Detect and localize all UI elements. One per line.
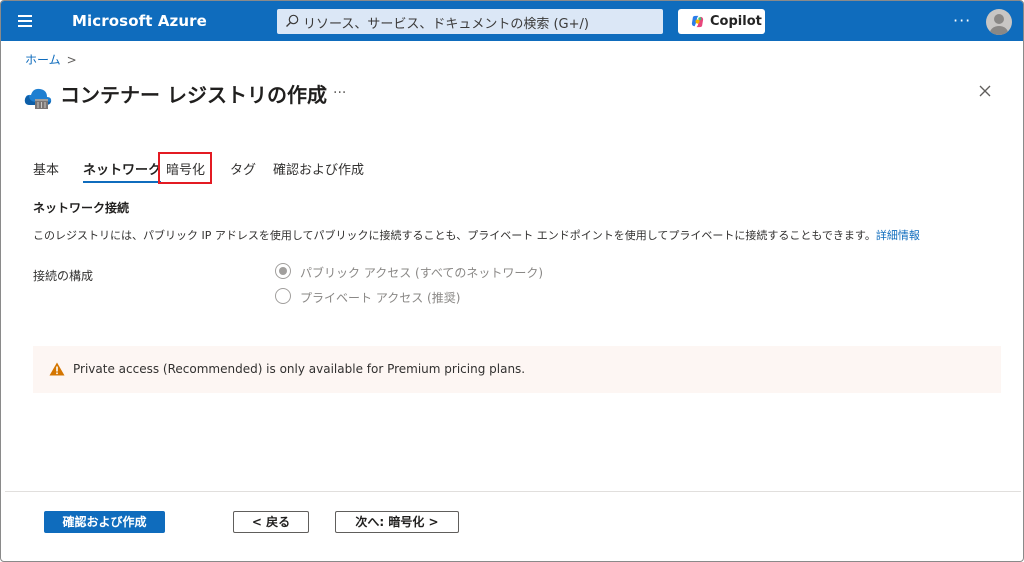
- tab-basics[interactable]: 基本: [33, 159, 59, 178]
- network-description: このレジストリには、パブリック IP アドレスを使用してパブリックに接続すること…: [33, 229, 920, 242]
- user-icon: [990, 14, 1008, 35]
- learn-more-link[interactable]: 詳細情報: [876, 229, 920, 242]
- warning-icon: [49, 362, 65, 376]
- search-placeholder: リソース、サービス、ドキュメントの検索 (G+/): [303, 17, 589, 32]
- back-button[interactable]: < 戻る: [233, 511, 309, 533]
- next-button[interactable]: 次へ: 暗号化 >: [335, 511, 459, 533]
- tab-networking[interactable]: ネットワーク: [83, 159, 162, 183]
- search-icon: [286, 14, 299, 27]
- more-options-icon[interactable]: ···: [953, 11, 971, 30]
- page-title: コンテナー レジストリの作成: [60, 83, 327, 107]
- copilot-label: Copilot: [710, 14, 762, 29]
- radio-label: パブリック アクセス (すべてのネットワーク): [300, 266, 544, 280]
- warning-text: Private access (Recommended) is only ava…: [73, 362, 526, 376]
- encryption-tab-highlight: [158, 152, 212, 184]
- breadcrumb-home[interactable]: ホーム: [25, 53, 61, 67]
- connectivity-config-label: 接続の構成: [33, 269, 94, 283]
- radio-button[interactable]: [275, 263, 291, 279]
- breadcrumb-separator: >: [66, 53, 77, 67]
- footer-divider: [5, 491, 1021, 492]
- close-icon[interactable]: [977, 83, 993, 99]
- warning-banner: Private access (Recommended) is only ava…: [33, 346, 1001, 393]
- container-registry-icon: [24, 88, 52, 109]
- search-input[interactable]: リソース、サービス、ドキュメントの検索 (G+/): [277, 9, 663, 34]
- review-create-button[interactable]: 確認および作成: [44, 511, 165, 533]
- azure-portal-window: Microsoft Azure リソース、サービス、ドキュメントの検索 (G+/…: [0, 0, 1024, 562]
- avatar[interactable]: [986, 9, 1012, 35]
- hamburger-menu-icon[interactable]: [17, 12, 35, 30]
- radio-button[interactable]: [275, 288, 291, 304]
- top-bar: Microsoft Azure リソース、サービス、ドキュメントの検索 (G+/…: [1, 1, 1023, 41]
- title-more-icon[interactable]: ···: [333, 85, 346, 101]
- breadcrumb: ホーム >: [25, 51, 77, 68]
- tab-tags[interactable]: タグ: [230, 159, 256, 178]
- active-tab-underline: [83, 181, 162, 183]
- section-title: ネットワーク接続: [33, 201, 130, 215]
- tab-review-create[interactable]: 確認および作成: [273, 159, 364, 178]
- copilot-button[interactable]: Copilot: [678, 9, 765, 34]
- brand-title[interactable]: Microsoft Azure: [72, 12, 207, 30]
- copilot-icon: [691, 15, 704, 28]
- radio-label: プライベート アクセス (推奨): [300, 291, 461, 305]
